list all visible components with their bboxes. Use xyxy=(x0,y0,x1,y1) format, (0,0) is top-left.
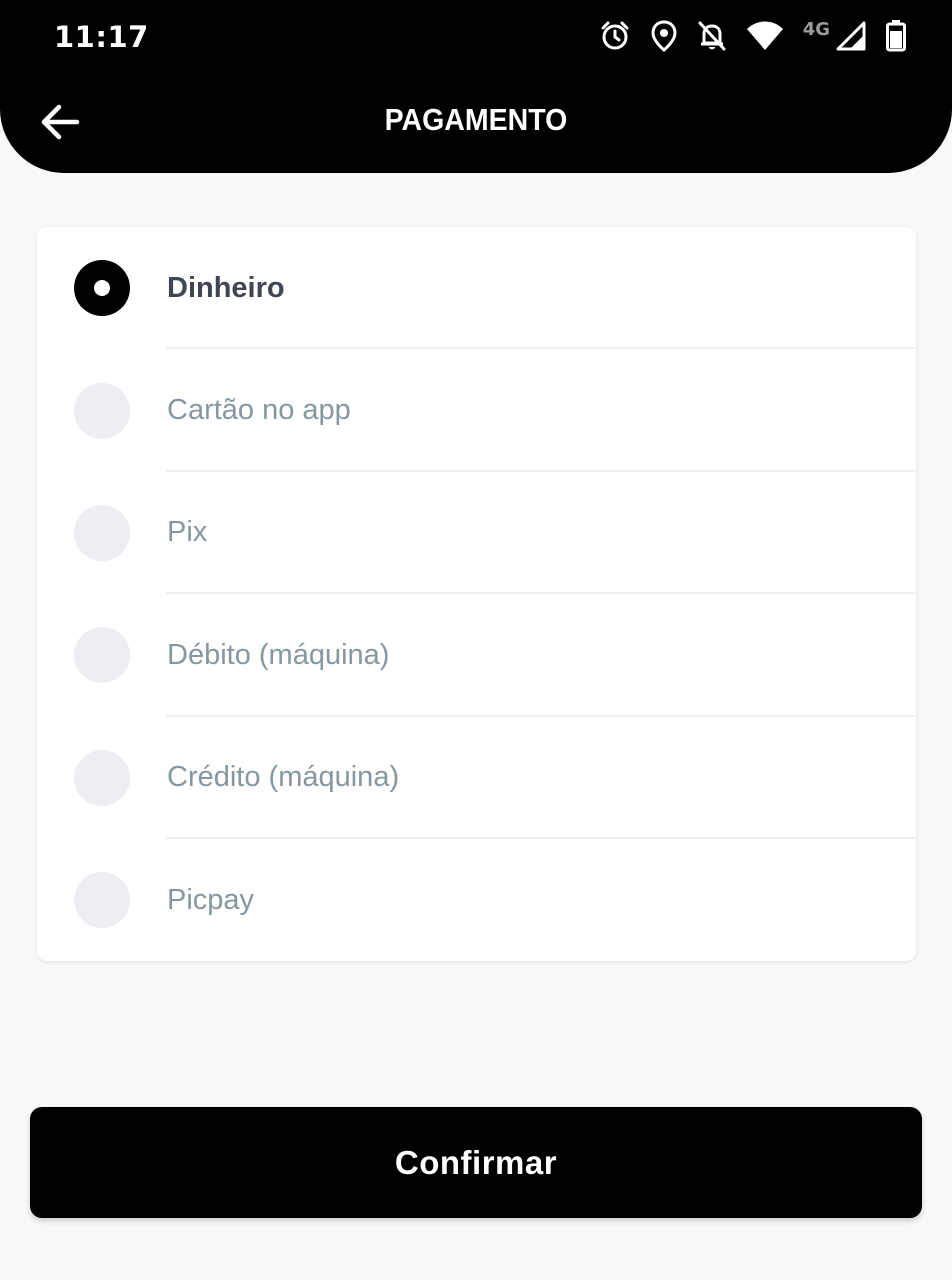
radio-selected-icon[interactable] xyxy=(74,260,130,317)
payment-option-label: Dinheiro xyxy=(167,271,285,304)
payment-option-credito[interactable]: Crédito (máquina) xyxy=(37,717,916,839)
radio-unselected-icon[interactable] xyxy=(74,382,130,439)
nav-bar: PAGAMENTO xyxy=(0,80,952,164)
wifi-icon xyxy=(746,21,783,51)
location-icon xyxy=(651,20,677,52)
radio-unselected-icon[interactable] xyxy=(74,872,130,929)
payment-option-cartao-no-app[interactable]: Cartão no app xyxy=(37,349,916,472)
battery-icon xyxy=(886,20,906,52)
page-title: PAGAMENTO xyxy=(384,102,568,137)
radio-unselected-icon[interactable] xyxy=(74,504,130,561)
payment-options-card: Dinheiro Cartão no app Pix Débito (máqui… xyxy=(37,227,916,961)
app-header: 11:17 4G PAGAMENTO xyxy=(0,0,952,173)
status-bar: 11:17 4G xyxy=(0,0,952,74)
payment-option-dinheiro[interactable]: Dinheiro xyxy=(37,227,916,350)
payment-option-pix[interactable]: Pix xyxy=(37,472,916,595)
signal-icon xyxy=(836,21,866,51)
radio-unselected-icon[interactable] xyxy=(74,627,130,684)
payment-option-label: Débito (máquina) xyxy=(167,638,390,671)
payment-option-picpay[interactable]: Picpay xyxy=(37,839,916,961)
payment-option-label: Picpay xyxy=(167,883,255,916)
radio-unselected-icon[interactable] xyxy=(74,749,130,806)
network-type-label: 4G xyxy=(802,18,830,40)
payment-option-debito[interactable]: Débito (máquina) xyxy=(37,594,916,717)
payment-option-label: Pix xyxy=(167,516,208,549)
payment-option-label: Crédito (máquina) xyxy=(167,761,400,794)
notifications-off-icon xyxy=(697,20,727,52)
alarm-icon xyxy=(599,20,631,52)
status-time: 11:17 xyxy=(54,20,149,54)
status-icons: 4G xyxy=(599,16,906,56)
payment-option-label: Cartão no app xyxy=(167,394,351,427)
confirm-button[interactable]: Confirmar xyxy=(30,1107,922,1218)
